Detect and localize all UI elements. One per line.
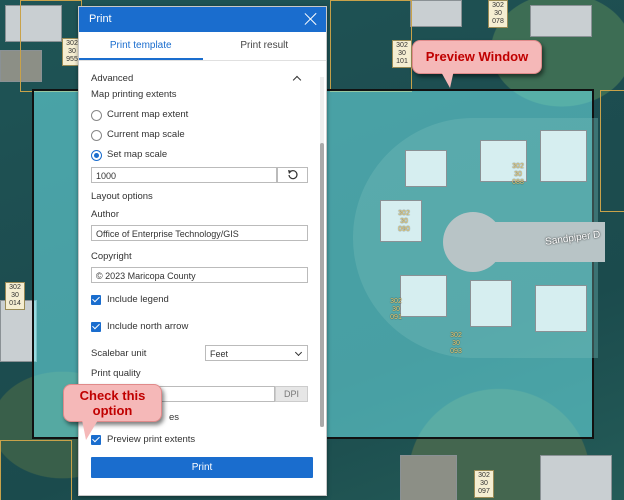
parcel-label: 302 30 090 xyxy=(398,210,410,233)
scalebar-unit-select[interactable]: Feet xyxy=(205,345,308,361)
house-roof xyxy=(540,455,612,500)
advanced-label[interactable]: Advanced xyxy=(91,73,133,84)
chevron-up-icon[interactable] xyxy=(293,74,301,82)
tab-bar: Print template Print result xyxy=(79,32,326,61)
radio-current-extent[interactable] xyxy=(91,110,102,121)
copyright-input[interactable]: © 2023 Maricopa County xyxy=(91,267,308,283)
house-roof xyxy=(400,275,447,317)
house-roof xyxy=(530,5,592,37)
radio-current-scale[interactable] xyxy=(91,130,102,141)
print-panel: Print Print template Print result Advanc… xyxy=(78,6,327,496)
tab-print-template[interactable]: Print template xyxy=(79,32,203,60)
panel-title: Print xyxy=(89,13,112,25)
radio-label: Set map scale xyxy=(107,149,168,160)
scrollbar-thumb[interactable] xyxy=(320,143,324,427)
parcel-label: 302 30 078 xyxy=(488,0,508,28)
panel-header: Print xyxy=(79,7,326,32)
include-legend-checkbox[interactable] xyxy=(91,295,101,305)
parcel-label: 302 30 101 xyxy=(392,40,412,68)
checkbox-label: Preview print extents xyxy=(107,434,196,445)
scalebar-unit-label: Scalebar unit xyxy=(91,348,147,359)
house-roof xyxy=(535,285,587,332)
author-label: Author xyxy=(91,209,119,220)
house-roof xyxy=(400,455,457,500)
reset-scale-button[interactable] xyxy=(277,167,308,183)
house-roof xyxy=(405,150,447,187)
extents-label: Map printing extents xyxy=(91,89,177,100)
author-input[interactable]: Office of Enterprise Technology/GIS xyxy=(91,225,308,241)
chevron-down-icon xyxy=(294,348,303,357)
callout-tail xyxy=(82,420,98,440)
radio-label: Current map scale xyxy=(107,129,185,140)
parcel-boundary xyxy=(0,440,72,500)
house-roof xyxy=(540,130,587,182)
include-north-arrow-checkbox[interactable] xyxy=(91,322,101,332)
parcel-label: 302 30 093 xyxy=(450,332,462,355)
print-quality-label: Print quality xyxy=(91,368,141,379)
parcel-label: 302 30 091 xyxy=(390,298,402,321)
callout-tail xyxy=(440,70,454,88)
parcel-label: 302 30 088 xyxy=(512,163,524,186)
partial-label: es xyxy=(169,412,180,423)
copyright-label: Copyright xyxy=(91,251,132,262)
close-icon[interactable] xyxy=(304,12,318,26)
parcel-boundary xyxy=(600,90,624,212)
house-roof xyxy=(470,280,512,327)
house-roof xyxy=(410,0,462,27)
radio-set-scale[interactable] xyxy=(91,150,102,161)
parcel-label: 302 30 014 xyxy=(5,282,25,310)
select-value: Feet xyxy=(210,349,229,359)
dpi-unit: DPI xyxy=(275,386,308,402)
scale-input[interactable]: 1000 xyxy=(91,167,277,183)
radio-label: Current map extent xyxy=(107,109,189,120)
preview-window-callout: Preview Window xyxy=(412,40,542,74)
checkbox-label: Include legend xyxy=(107,294,169,305)
refresh-icon xyxy=(288,170,298,180)
print-button[interactable]: Print xyxy=(91,457,313,478)
parcel-label: 302 30 097 xyxy=(474,470,494,498)
checkbox-label: Include north arrow xyxy=(107,321,189,332)
layout-options-label: Layout options xyxy=(91,191,153,202)
tab-print-result[interactable]: Print result xyxy=(203,32,327,60)
check-option-callout: Check this option xyxy=(63,384,162,422)
